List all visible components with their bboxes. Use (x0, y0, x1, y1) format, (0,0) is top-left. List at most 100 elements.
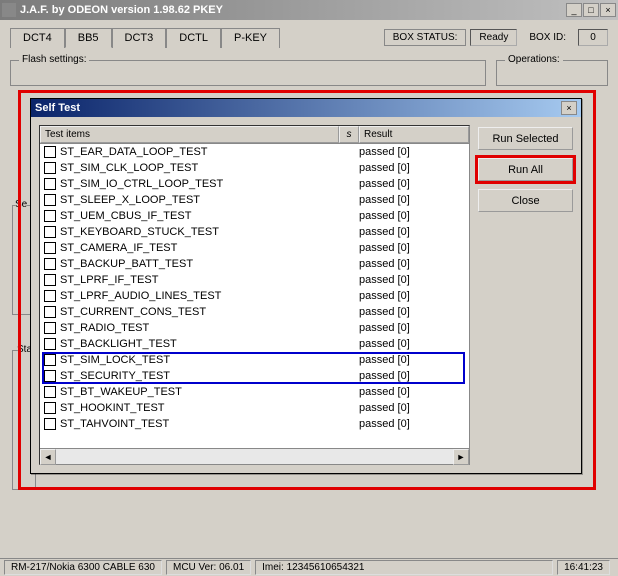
run-selected-button[interactable]: Run Selected (478, 127, 573, 150)
test-list[interactable]: Test items s Result ST_EAR_DATA_LOOP_TES… (39, 125, 470, 465)
test-row[interactable]: ST_KEYBOARD_STUCK_TEST passed [0] (40, 224, 469, 240)
test-name: ST_HOOKINT_TEST (60, 402, 339, 414)
test-result: passed [0] (359, 258, 469, 270)
scroll-right-icon[interactable]: ► (453, 449, 469, 465)
checkbox-icon[interactable] (44, 322, 56, 334)
checkbox-icon[interactable] (44, 178, 56, 190)
app-icon (2, 3, 16, 17)
test-name: ST_SIM_LOCK_TEST (60, 354, 339, 366)
test-result: passed [0] (359, 146, 469, 158)
dialog-title: Self Test (35, 102, 561, 114)
run-all-button[interactable]: Run All (478, 158, 573, 181)
test-name: ST_RADIO_TEST (60, 322, 339, 334)
test-row[interactable]: ST_LPRF_IF_TEST passed [0] (40, 272, 469, 288)
checkbox-icon[interactable] (44, 386, 56, 398)
self-test-dialog: Self Test × Test items s Result ST_EAR_D… (30, 98, 582, 474)
checkbox-icon[interactable] (44, 210, 56, 222)
test-name: ST_CURRENT_CONS_TEST (60, 306, 339, 318)
test-result: passed [0] (359, 354, 469, 366)
test-name: ST_SLEEP_X_LOOP_TEST (60, 194, 339, 206)
tab-dct3[interactable]: DCT3 (112, 28, 167, 48)
checkbox-icon[interactable] (44, 242, 56, 254)
test-name: ST_SECURITY_TEST (60, 370, 339, 382)
flash-settings-label: Flash settings: (19, 54, 89, 65)
checkbox-icon[interactable] (44, 338, 56, 350)
checkbox-icon[interactable] (44, 274, 56, 286)
col-header-result[interactable]: Result (359, 126, 469, 143)
test-result: passed [0] (359, 290, 469, 302)
test-result: passed [0] (359, 306, 469, 318)
boxstatus-value: Ready (470, 29, 517, 46)
test-row[interactable]: ST_SIM_CLK_LOOP_TEST passed [0] (40, 160, 469, 176)
horizontal-scrollbar[interactable]: ◄ ► (40, 448, 469, 464)
test-result: passed [0] (359, 338, 469, 350)
test-row[interactable]: ST_RADIO_TESTpassed [0] (40, 320, 469, 336)
test-row[interactable]: ST_HOOKINT_TESTpassed [0] (40, 400, 469, 416)
checkbox-icon[interactable] (44, 418, 56, 430)
checkbox-icon[interactable] (44, 306, 56, 318)
test-result: passed [0] (359, 274, 469, 286)
close-dialog-button[interactable]: Close (478, 189, 573, 212)
test-row[interactable]: ST_SLEEP_X_LOOP_TEST passed [0] (40, 192, 469, 208)
test-row[interactable]: ST_SECURITY_TEST passed [0] (40, 368, 469, 384)
dialog-titlebar[interactable]: Self Test × (31, 99, 581, 117)
maximize-button[interactable]: □ (583, 3, 599, 17)
test-row[interactable]: ST_LPRF_AUDIO_LINES_TESTpassed [0] (40, 288, 469, 304)
test-result: passed [0] (359, 162, 469, 174)
dialog-close-button[interactable]: × (561, 101, 577, 115)
test-row[interactable]: ST_SIM_LOCK_TEST passed [0] (40, 352, 469, 368)
test-name: ST_SIM_CLK_LOOP_TEST (60, 162, 339, 174)
test-name: ST_TAHVOINT_TEST (60, 418, 339, 430)
test-result: passed [0] (359, 242, 469, 254)
checkbox-icon[interactable] (44, 194, 56, 206)
tab-p-key[interactable]: P-KEY (221, 28, 280, 48)
tab-bb5[interactable]: BB5 (65, 28, 112, 48)
test-name: ST_LPRF_IF_TEST (60, 274, 339, 286)
status-imei: Imei: 12345610654321 (255, 560, 553, 575)
operations-group: Operations: (496, 60, 608, 86)
checkbox-icon[interactable] (44, 354, 56, 366)
checkbox-icon[interactable] (44, 370, 56, 382)
test-row[interactable]: ST_CAMERA_IF_TESTpassed [0] (40, 240, 469, 256)
close-button[interactable]: × (600, 3, 616, 17)
boxid-label: BOX ID: (521, 30, 574, 45)
checkbox-icon[interactable] (44, 146, 56, 158)
test-row[interactable]: ST_BACKLIGHT_TEST passed [0] (40, 336, 469, 352)
test-row[interactable]: ST_BACKUP_BATT_TESTpassed [0] (40, 256, 469, 272)
test-name: ST_BT_WAKEUP_TEST (60, 386, 339, 398)
test-name: ST_SIM_IO_CTRL_LOOP_TEST (60, 178, 339, 190)
test-row[interactable]: ST_BT_WAKEUP_TEST passed [0] (40, 384, 469, 400)
test-name: ST_EAR_DATA_LOOP_TEST (60, 146, 339, 158)
minimize-button[interactable]: _ (566, 3, 582, 17)
flash-settings-group: Flash settings: (10, 60, 486, 86)
test-row[interactable]: ST_EAR_DATA_LOOP_TEST passed [0] (40, 144, 469, 160)
test-name: ST_BACKLIGHT_TEST (60, 338, 339, 350)
checkbox-icon[interactable] (44, 290, 56, 302)
test-result: passed [0] (359, 194, 469, 206)
test-result: passed [0] (359, 418, 469, 430)
operations-label: Operations: (505, 54, 563, 65)
test-result: passed [0] (359, 178, 469, 190)
boxid-value: 0 (578, 29, 608, 46)
test-result: passed [0] (359, 210, 469, 222)
checkbox-icon[interactable] (44, 226, 56, 238)
test-result: passed [0] (359, 370, 469, 382)
col-header-s[interactable]: s (339, 126, 359, 143)
test-row[interactable]: ST_UEM_CBUS_IF_TEST passed [0] (40, 208, 469, 224)
scroll-left-icon[interactable]: ◄ (40, 449, 56, 465)
checkbox-icon[interactable] (44, 162, 56, 174)
window-title: J.A.F. by ODEON version 1.98.62 PKEY (20, 4, 566, 16)
test-name: ST_KEYBOARD_STUCK_TEST (60, 226, 339, 238)
checkbox-icon[interactable] (44, 402, 56, 414)
checkbox-icon[interactable] (44, 258, 56, 270)
test-result: passed [0] (359, 386, 469, 398)
tab-dctl[interactable]: DCTL (166, 28, 221, 48)
test-row[interactable]: ST_SIM_IO_CTRL_LOOP_TEST passed [0] (40, 176, 469, 192)
test-name: ST_UEM_CBUS_IF_TEST (60, 210, 339, 222)
test-row[interactable]: ST_CURRENT_CONS_TEST passed [0] (40, 304, 469, 320)
test-row[interactable]: ST_TAHVOINT_TEST passed [0] (40, 416, 469, 432)
status-time: 16:41:23 (557, 560, 610, 575)
test-result: passed [0] (359, 226, 469, 238)
tab-dct4[interactable]: DCT4 (10, 28, 65, 48)
col-header-test[interactable]: Test items (40, 126, 339, 143)
